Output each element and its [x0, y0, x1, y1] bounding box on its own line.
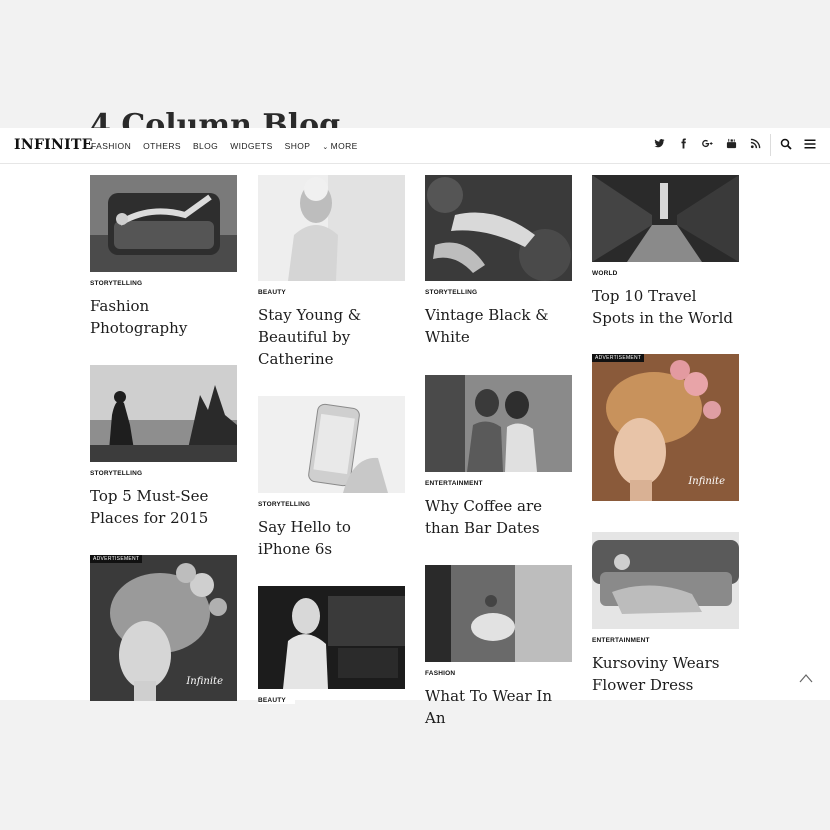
scroll-to-top-icon[interactable] [799, 672, 813, 684]
google-plus-icon[interactable] [702, 138, 713, 149]
post-category[interactable]: BEAUTY [258, 285, 295, 296]
post-title[interactable]: Stay Young & Beautiful by Catherine [258, 304, 406, 370]
post-thumbnail-phone[interactable] [258, 396, 405, 493]
nav-item-widgets[interactable]: WIDGETS [230, 141, 272, 151]
advertisement-image[interactable]: ADVERTISEMENT Infinite [90, 555, 237, 701]
nav-item-more-label: MORE [330, 141, 358, 151]
post-card[interactable]: ENTERTAINMENT Kursoviny Wears Flower Dre… [592, 532, 740, 696]
post-title[interactable]: Fashion Photography [90, 295, 238, 339]
advertisement-tag: ADVERTISEMENT [592, 354, 645, 362]
advertisement-card[interactable]: ADVERTISEMENT Infinite [592, 354, 740, 501]
post-card[interactable]: BEAUTY [258, 586, 406, 707]
post-category[interactable]: FASHION [425, 666, 465, 677]
post-category[interactable]: WORLD [592, 266, 627, 277]
post-thumbnail-cafe[interactable] [258, 586, 405, 689]
nav-item-blog[interactable]: BLOG [193, 141, 218, 151]
post-title[interactable]: Kursoviny Wears Flower Dress [592, 652, 740, 696]
post-category[interactable]: ENTERTAINMENT [425, 476, 492, 487]
post-card[interactable]: BEAUTY Stay Young & Beautiful by Catheri… [258, 175, 406, 370]
twitter-icon[interactable] [654, 138, 665, 149]
nav-item-shop[interactable]: SHOP [285, 141, 311, 151]
post-thumbnail-flower-dress[interactable] [592, 532, 739, 629]
site-logo[interactable]: INFINITE [14, 137, 93, 153]
advertisement-card[interactable]: ADVERTISEMENT Infinite [90, 555, 238, 701]
nav-item-more[interactable]: ⌄ MORE [322, 141, 357, 151]
utility-buttons [780, 138, 816, 150]
post-title[interactable]: Top 10 Travel Spots in the World [592, 285, 740, 329]
facebook-icon[interactable] [678, 138, 689, 149]
post-card[interactable]: ENTERTAINMENT Why Coffee are than Bar Da… [425, 375, 573, 539]
advertisement-logo: Infinite [688, 476, 725, 487]
post-thumbnail-sofa[interactable] [90, 175, 237, 272]
post-card[interactable]: STORYTELLING Top 5 Must-See Places for 2… [90, 365, 238, 529]
youtube-icon[interactable] [726, 138, 737, 149]
post-title[interactable]: Say Hello to iPhone 6s [258, 516, 406, 560]
post-card[interactable]: STORYTELLING Fashion Photography [90, 175, 238, 339]
rss-icon[interactable] [750, 138, 761, 149]
top-navigation-bar: INFINITE FASHION OTHERS BLOG WIDGETS SHO… [0, 128, 830, 164]
post-thumbnail-vintage[interactable] [425, 175, 572, 281]
post-title[interactable]: Why Coffee are than Bar Dates [425, 495, 573, 539]
post-thumbnail-coffee-date[interactable] [425, 375, 572, 472]
advertisement-logo: Infinite [186, 676, 223, 687]
post-title[interactable]: Top 5 Must-See Places for 2015 [90, 485, 238, 529]
post-thumbnail-beauty[interactable] [258, 175, 405, 281]
post-card[interactable]: WORLD Top 10 Travel Spots in the World [592, 175, 740, 329]
menu-icon[interactable] [804, 138, 816, 150]
post-thumbnail-street[interactable] [592, 175, 739, 262]
post-title[interactable]: What To Wear In An [425, 685, 573, 729]
post-category[interactable]: STORYTELLING [90, 466, 152, 477]
advertisement-tag: ADVERTISEMENT [90, 555, 143, 563]
post-card[interactable]: STORYTELLING Vintage Black & White [425, 175, 573, 348]
main-nav: FASHION OTHERS BLOG WIDGETS SHOP ⌄ MORE [91, 141, 358, 151]
post-card[interactable]: STORYTELLING Say Hello to iPhone 6s [258, 396, 406, 560]
header-divider [770, 134, 771, 156]
chevron-down-icon: ⌄ [322, 144, 329, 151]
post-title[interactable]: Vintage Black & White [425, 304, 573, 348]
post-card[interactable]: FASHION What To Wear In An [425, 565, 573, 729]
post-category[interactable]: BEAUTY [258, 693, 295, 704]
post-category[interactable]: STORYTELLING [258, 497, 320, 508]
search-icon[interactable] [780, 138, 792, 150]
nav-item-others[interactable]: OTHERS [143, 141, 181, 151]
post-category[interactable]: STORYTELLING [425, 285, 487, 296]
post-category[interactable]: ENTERTAINMENT [592, 633, 659, 644]
advertisement-image[interactable]: ADVERTISEMENT Infinite [592, 354, 739, 501]
post-category[interactable]: STORYTELLING [90, 276, 152, 287]
nav-item-fashion[interactable]: FASHION [91, 141, 131, 151]
post-thumbnail-temples[interactable] [90, 365, 237, 462]
social-links [654, 138, 761, 149]
post-thumbnail-dancer[interactable] [425, 565, 572, 662]
